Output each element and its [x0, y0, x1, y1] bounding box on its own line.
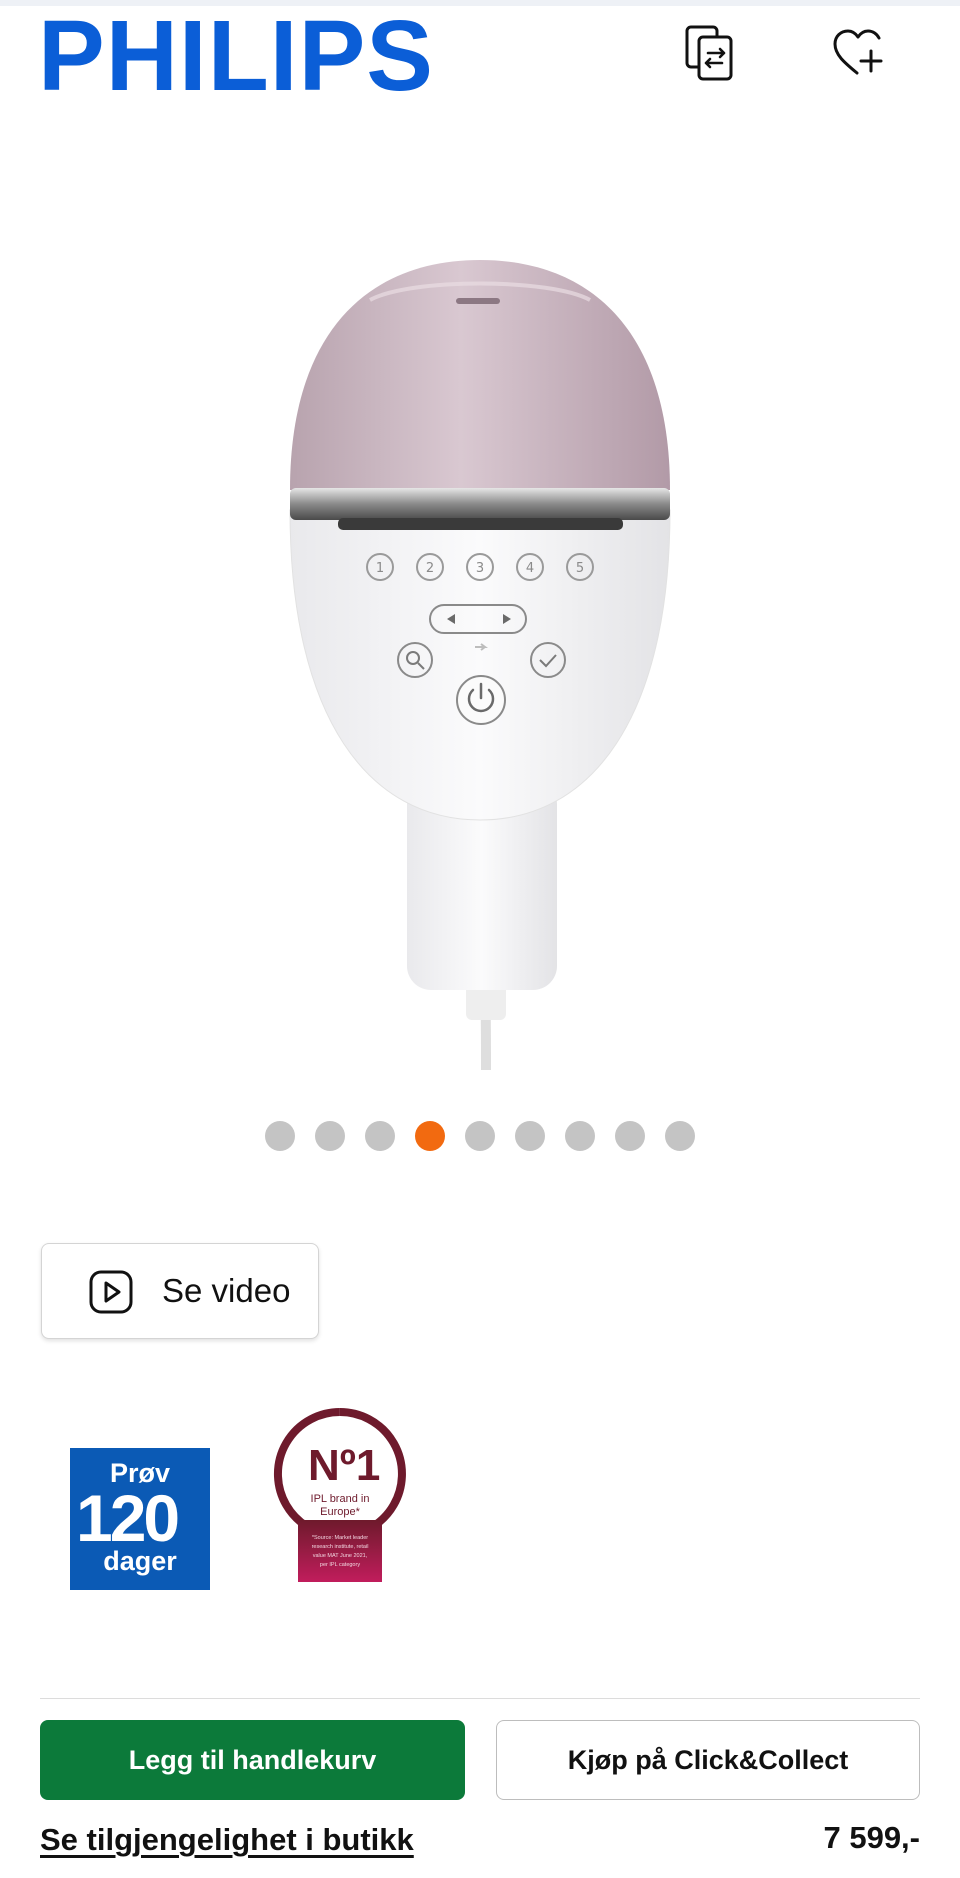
svg-text:Europe*: Europe*	[320, 1506, 360, 1518]
play-icon	[89, 1270, 133, 1314]
svg-text:4: 4	[526, 561, 534, 576]
ipl-device-image: 1 2 3 4 5	[289, 260, 671, 1071]
trial-120-days-badge: Prøv 120 dager	[70, 1448, 210, 1590]
carousel-indicators	[0, 1121, 960, 1153]
trial-badge-bottom: dager	[103, 1546, 177, 1576]
compare-icon	[685, 25, 733, 81]
purchase-bar: Legg til handlekurv Kjøp på Click&Collec…	[0, 1698, 960, 1878]
svg-text:per IPL category: per IPL category	[320, 1562, 360, 1568]
philips-logo[interactable]: PHILIPS	[38, 6, 434, 106]
wishlist-button[interactable]	[828, 22, 890, 84]
svg-text:*Source: Market leader: *Source: Market leader	[312, 1535, 368, 1541]
svg-text:IPL brand in: IPL brand in	[311, 1493, 370, 1505]
no1-mark: Nº1	[308, 1441, 380, 1490]
site-header: PHILIPS	[0, 6, 960, 106]
click-and-collect-button[interactable]: Kjøp på Click&Collect	[496, 1720, 920, 1800]
svg-text:2: 2	[426, 561, 434, 576]
carousel-dot[interactable]	[365, 1121, 395, 1151]
carousel-dot[interactable]	[265, 1121, 295, 1151]
price: 7 599,-	[823, 1820, 920, 1855]
carousel-dot[interactable]	[515, 1121, 545, 1151]
carousel-dot[interactable]	[315, 1121, 345, 1151]
svg-text:research institute, retail: research institute, retail	[312, 1544, 369, 1550]
see-video-label: Se video	[162, 1272, 291, 1309]
store-availability-link[interactable]: Se tilgjengelighet i butikk	[40, 1822, 414, 1858]
svg-text:value MAT June 2021,: value MAT June 2021,	[313, 1553, 368, 1559]
see-video-button[interactable]: Se video	[41, 1243, 319, 1339]
carousel-dot[interactable]	[465, 1121, 495, 1151]
carousel-dot[interactable]	[565, 1121, 595, 1151]
svg-text:1: 1	[376, 561, 384, 576]
compare-button[interactable]	[680, 22, 742, 84]
divider	[40, 1698, 920, 1699]
product-image-carousel[interactable]: 1 2 3 4 5	[0, 150, 960, 1071]
svg-text:5: 5	[576, 561, 584, 576]
carousel-dot[interactable]	[615, 1121, 645, 1151]
svg-text:3: 3	[476, 561, 484, 576]
trial-badge-number: 120	[76, 1481, 180, 1555]
carousel-dot[interactable]	[665, 1121, 695, 1151]
number-one-ipl-brand-badge: Nº1 IPL brand in Europe* *Source: Market…	[273, 1408, 406, 1582]
carousel-dot-active[interactable]	[415, 1121, 445, 1151]
heart-plus-icon	[833, 29, 883, 75]
add-to-cart-button[interactable]: Legg til handlekurv	[40, 1720, 465, 1800]
